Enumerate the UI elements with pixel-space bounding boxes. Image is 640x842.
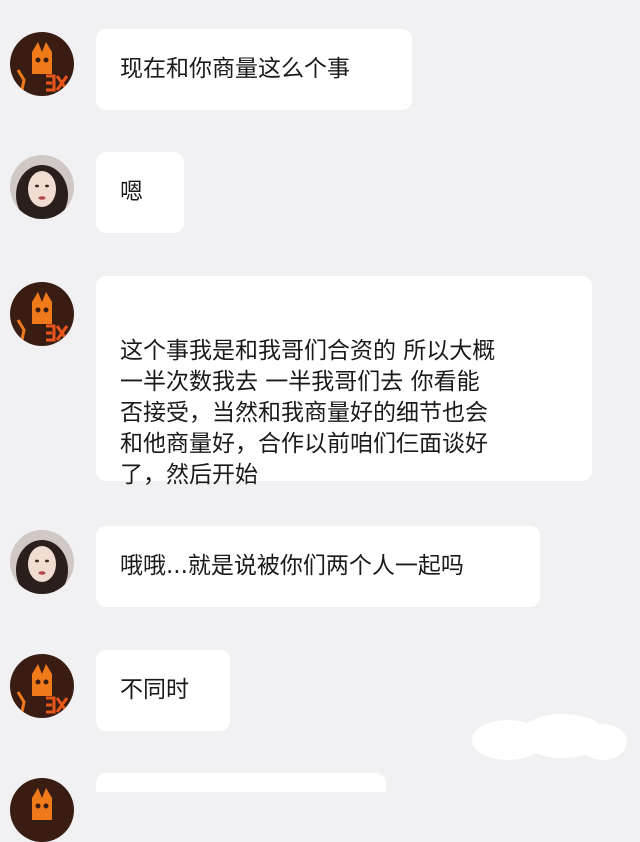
chat-conversation: 现在和你商量这么个事 嗯 这个事我是和我哥们合资的 所以大概 一半次数我去 一半… <box>0 0 640 842</box>
message-text: 这个事我是和我哥们合资的 所以大概 一半次数我去 一半我哥们去 你看能 否接受，… <box>120 338 496 488</box>
redaction-smudge <box>472 714 627 760</box>
message-text: 哦哦...就是说被你们两个人一起吗 <box>120 553 464 579</box>
girl-avatar[interactable] <box>10 530 74 594</box>
cat-avatar[interactable] <box>10 32 74 96</box>
girl-avatar[interactable] <box>10 155 74 219</box>
message-bubble[interactable]: 不同时 <box>96 650 230 731</box>
message-bubble[interactable] <box>96 773 386 792</box>
message-bubble[interactable]: 这个事我是和我哥们合资的 所以大概 一半次数我去 一半我哥们去 你看能 否接受，… <box>96 276 592 488</box>
message-bubble[interactable]: 嗯 <box>96 152 184 233</box>
message-text: 不同时 <box>120 677 189 703</box>
message-bubble[interactable]: 现在和你商量这么个事 <box>96 29 412 110</box>
message-text: 现在和你商量这么个事 <box>120 56 350 82</box>
message-bubble[interactable]: 哦哦...就是说被你们两个人一起吗 <box>96 526 540 607</box>
cat-avatar[interactable] <box>10 778 74 842</box>
cat-avatar[interactable] <box>10 282 74 346</box>
message-text: 嗯 <box>120 179 143 205</box>
cat-avatar[interactable] <box>10 654 74 718</box>
